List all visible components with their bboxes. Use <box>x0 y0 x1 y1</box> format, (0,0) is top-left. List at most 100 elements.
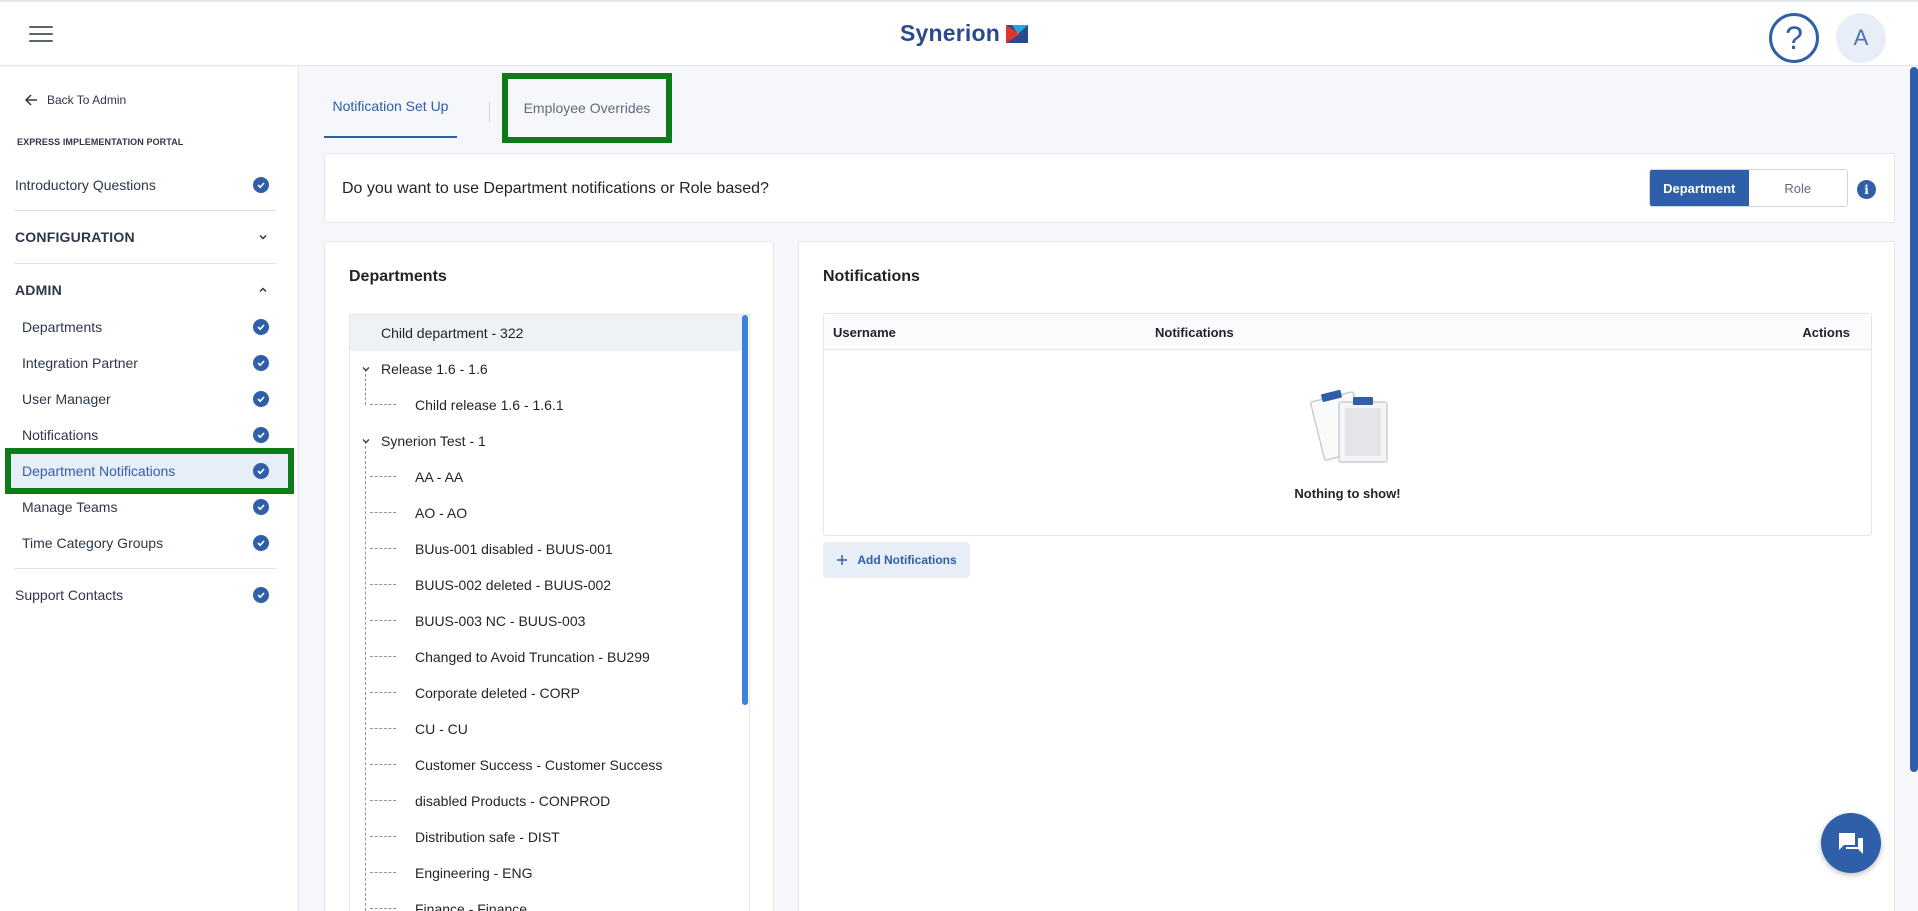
departments-card: Departments Child department - 322 Relea… <box>324 241 774 911</box>
tab-label: Notification Set Up <box>332 98 449 114</box>
tree-connector <box>370 548 396 549</box>
avatar-initial: A <box>1853 25 1869 50</box>
sidebar-section-configuration[interactable]: CONFIGURATION <box>8 219 291 255</box>
help-icon: ? <box>1785 19 1803 56</box>
sidebar: Back To Admin EXPRESS IMPLEMENTATION POR… <box>0 67 299 911</box>
tree-node[interactable]: Child release 1.6 - 1.6.1 <box>350 387 742 423</box>
check-circle-icon <box>253 319 269 335</box>
top-bar: Synerion ? A <box>0 0 1918 66</box>
tree-node[interactable]: Changed to Avoid Truncation - BU299 <box>350 639 742 675</box>
tree-node[interactable]: Release 1.6 - 1.6 <box>350 351 742 387</box>
role-option[interactable]: Role <box>1748 170 1847 206</box>
tree-node-label: Distribution safe - DIST <box>415 829 560 845</box>
sidebar-item-integration-partner[interactable]: Integration Partner <box>8 345 291 381</box>
sidebar-item-label: User Manager <box>22 391 111 407</box>
sidebar-item-label: Time Category Groups <box>22 535 164 551</box>
chat-button[interactable] <box>1821 813 1881 873</box>
tree-node[interactable]: Engineering - ENG <box>350 855 742 891</box>
tree-node-label: disabled Products - CONPROD <box>415 793 611 809</box>
tree-node[interactable]: disabled Products - CONPROD <box>350 783 742 819</box>
tree-node-label: Synerion Test - 1 <box>381 433 486 449</box>
tree-node[interactable]: CU - CU <box>350 711 742 747</box>
tree-node-label: AO - AO <box>415 505 468 521</box>
tree-connector <box>370 728 396 729</box>
notifications-table: Username Notifications Actions Nothing t… <box>823 313 1872 536</box>
tree-node[interactable]: BUUS-003 NC - BUUS-003 <box>350 603 742 639</box>
sidebar-item-notifications[interactable]: Notifications <box>8 417 291 453</box>
tree-node-label: Changed to Avoid Truncation - BU299 <box>415 649 650 665</box>
plus-icon <box>837 555 848 565</box>
tree-node-label: Customer Success - Customer Success <box>415 757 663 773</box>
tree-connector <box>370 656 396 657</box>
menu-icon[interactable] <box>29 26 53 44</box>
tree-node-label: AA - AA <box>415 469 464 485</box>
tree-node[interactable]: Customer Success - Customer Success <box>350 747 742 783</box>
help-button[interactable]: ? <box>1769 13 1819 63</box>
tree-node[interactable]: AO - AO <box>350 495 742 531</box>
tab-employee-overrides[interactable]: Employee Overrides <box>502 73 672 143</box>
tree-node[interactable]: BUUS-002 deleted - BUUS-002 <box>350 567 742 603</box>
chevron-up-icon <box>259 287 267 293</box>
sidebar-item-label: Introductory Questions <box>15 177 156 193</box>
tree-node[interactable]: BUus-001 disabled - BUUS-001 <box>350 531 742 567</box>
section-label: CONFIGURATION <box>15 229 135 245</box>
tree-connector <box>370 872 396 873</box>
arrow-left-icon <box>24 94 37 106</box>
notification-type-toggle: Department Role <box>1649 169 1848 207</box>
tree-connector <box>370 692 396 693</box>
logo-text: Synerion <box>900 20 1001 46</box>
chevron-down-icon[interactable] <box>361 436 371 446</box>
check-circle-icon <box>253 499 269 515</box>
table-header: Username Notifications Actions <box>824 314 1871 350</box>
sidebar-item-time-category-groups[interactable]: Time Category Groups <box>8 525 291 561</box>
sidebar-item-introductory-questions[interactable]: Introductory Questions <box>8 167 291 203</box>
chevron-down-icon[interactable] <box>361 364 371 374</box>
sidebar-section-admin[interactable]: ADMIN <box>8 272 291 308</box>
divider <box>14 263 276 264</box>
tab-notification-set-up[interactable]: Notification Set Up <box>324 76 457 138</box>
check-circle-icon <box>253 177 269 193</box>
tree-node-label: BUus-001 disabled - BUUS-001 <box>415 541 613 557</box>
check-circle-icon <box>253 463 269 479</box>
department-tree: Child department - 322 Release 1.6 - 1.6… <box>349 314 750 911</box>
tree-connector <box>370 800 396 801</box>
add-notifications-button[interactable]: Add Notifications <box>823 542 970 578</box>
sidebar-item-manage-teams[interactable]: Manage Teams <box>8 489 291 525</box>
back-to-admin-link[interactable]: Back To Admin <box>24 93 126 107</box>
department-option[interactable]: Department <box>1650 170 1749 206</box>
tree-connector <box>370 404 396 405</box>
tree-node-label: Child department - 322 <box>381 325 524 341</box>
chevron-down-icon <box>259 234 267 240</box>
tree-connector <box>370 512 396 513</box>
check-circle-icon <box>253 391 269 407</box>
tab-label: Employee Overrides <box>523 100 651 116</box>
tree-node[interactable]: Finance - Finance <box>350 891 742 911</box>
tree-node-label: CU - CU <box>415 721 468 737</box>
tree-connector <box>370 908 396 909</box>
column-username: Username <box>833 325 896 340</box>
sidebar-item-department-notifications[interactable]: Department Notifications <box>5 448 294 494</box>
tree-node[interactable]: AA - AA <box>350 459 742 495</box>
tree-node[interactable]: Child department - 322 <box>350 315 742 351</box>
check-circle-icon <box>253 587 269 603</box>
tree-node-label: Child release 1.6 - 1.6.1 <box>415 397 564 413</box>
avatar[interactable]: A <box>1836 13 1886 63</box>
tab-separator <box>489 102 490 122</box>
tree-node-label: Release 1.6 - 1.6 <box>381 361 488 377</box>
tree-node[interactable]: Distribution safe - DIST <box>350 819 742 855</box>
check-circle-icon <box>253 427 269 443</box>
sidebar-item-departments[interactable]: Departments <box>8 309 291 345</box>
back-label: Back To Admin <box>47 93 127 107</box>
page-scrollbar[interactable] <box>1910 67 1918 772</box>
portal-title: EXPRESS IMPLEMENTATION PORTAL <box>17 137 184 147</box>
info-icon[interactable]: i <box>1857 180 1876 199</box>
tree-scrollbar[interactable] <box>742 315 748 705</box>
notifications-card: Notifications Username Notifications Act… <box>798 241 1895 911</box>
divider <box>14 568 276 569</box>
tree-node[interactable]: Synerion Test - 1 <box>350 423 742 459</box>
tree-node[interactable]: Corporate deleted - CORP <box>350 675 742 711</box>
sidebar-item-user-manager[interactable]: User Manager <box>8 381 291 417</box>
add-notifications-label: Add Notifications <box>857 553 957 567</box>
notifications-title: Notifications <box>823 268 920 285</box>
sidebar-item-support-contacts[interactable]: Support Contacts <box>8 577 291 613</box>
